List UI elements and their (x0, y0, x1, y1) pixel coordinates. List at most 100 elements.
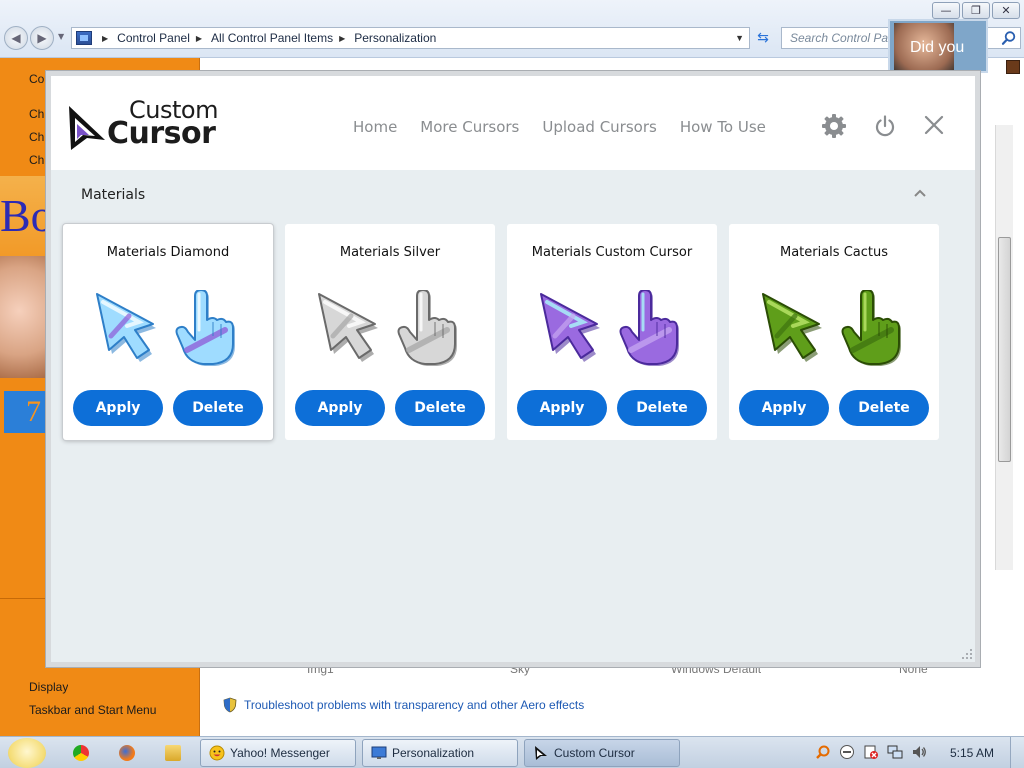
apply-button[interactable]: Apply (295, 390, 385, 426)
cursor-arrow-icon (540, 293, 600, 362)
task-custom-cursor[interactable]: Custom Cursor (524, 739, 680, 767)
left-link-display[interactable]: Display (29, 680, 68, 694)
logo-arrow-icon (69, 106, 105, 150)
close-icon[interactable] (923, 114, 945, 136)
delete-button[interactable]: Delete (173, 390, 263, 426)
custom-cursor-app-icon (535, 746, 547, 760)
nav-upload-cursors[interactable]: Upload Cursors (542, 118, 656, 136)
address-dropdown-icon[interactable]: ▼ (735, 33, 744, 43)
firefox-icon[interactable] (119, 745, 135, 761)
left-link[interactable]: Ch (29, 107, 44, 121)
delete-button[interactable]: Delete (617, 390, 707, 426)
cursor-arrow-icon (318, 293, 378, 362)
left-link-taskbar[interactable]: Taskbar and Start Menu (29, 703, 156, 717)
delete-button[interactable]: Delete (839, 390, 929, 426)
resize-grip-icon[interactable] (961, 648, 973, 660)
explorer-toolbar: — ❐ ✕ ◀ ▶ ▼ ▶ Control Panel ▶ All Contro… (0, 0, 1024, 58)
window-controls: — ❐ ✕ (932, 2, 1020, 19)
cursor-card-diamond[interactable]: Materials Diamond Apply Delete (63, 224, 273, 440)
breadcrumb-arrow-icon[interactable]: ▶ (339, 34, 345, 43)
messenger-tray-icon[interactable] (839, 744, 855, 760)
taskbar: Yahoo! Messenger Personalization Custom … (0, 736, 1024, 768)
main-nav: Home More Cursors Upload Cursors How To … (353, 118, 789, 136)
apply-button[interactable]: Apply (517, 390, 607, 426)
cursor-arrow-icon (96, 293, 156, 362)
clock[interactable]: 5:15 AM (950, 746, 994, 760)
app-header: Custom Cursor Home More Cursors Upload C… (51, 76, 975, 170)
call-popup-text: Did you (910, 39, 965, 56)
shield-icon (223, 697, 237, 713)
video-call-popup[interactable]: Did you (888, 19, 988, 73)
search-placeholder: Search Control Panel (790, 31, 905, 45)
cursor-card-list: Materials Diamond Apply Delete Materials Si… (63, 224, 939, 440)
delete-button[interactable]: Delete (395, 390, 485, 426)
chevron-up-icon[interactable] (913, 187, 927, 199)
background-scrollbar[interactable] (995, 125, 1013, 570)
gear-icon[interactable] (821, 113, 847, 139)
breadcrumb-arrow-icon[interactable]: ▶ (196, 34, 202, 43)
task-label: Yahoo! Messenger (230, 746, 330, 760)
section-title[interactable]: Materials (81, 187, 145, 203)
recent-pages-dropdown[interactable]: ▼ (58, 32, 64, 41)
card-title: Materials Custom Cursor (531, 245, 693, 260)
task-yahoo-messenger[interactable]: Yahoo! Messenger (200, 739, 356, 767)
call-popup-icon[interactable] (1006, 60, 1020, 74)
cursor-hand-icon (175, 290, 235, 366)
breadcrumb-control-panel[interactable]: Control Panel (117, 31, 190, 45)
cursor-hand-icon (841, 290, 901, 366)
wallpaper-preview-photo (0, 256, 48, 378)
card-title: Materials Diamond (106, 245, 230, 260)
wallpaper-preview-banner: Bo (0, 176, 48, 256)
folder-icon[interactable] (165, 745, 181, 761)
apply-button[interactable]: Apply (73, 390, 163, 426)
breadcrumb-arrow-icon[interactable]: ▶ (102, 34, 108, 43)
task-personalization[interactable]: Personalization (362, 739, 518, 767)
cursor-hand-icon (397, 290, 457, 366)
cursor-arrow-icon (762, 293, 822, 362)
apply-button[interactable]: Apply (739, 390, 829, 426)
address-bar[interactable]: ▶ Control Panel ▶ All Control Panel Item… (71, 27, 750, 49)
breadcrumb-personalization[interactable]: Personalization (354, 31, 436, 45)
system-tray (815, 744, 927, 760)
scrollbar-thumb[interactable] (998, 237, 1011, 462)
power-icon[interactable] (873, 114, 897, 138)
network-icon[interactable] (887, 744, 903, 760)
collection-panel: Materials Materials Diamond Apply Delete Ma… (51, 170, 975, 662)
yahoo-messenger-icon (209, 745, 225, 761)
cursor-card-silver[interactable]: Materials Silver Apply Delete (285, 224, 495, 440)
card-title: Materials Cactus (779, 245, 889, 260)
task-label: Custom Cursor (554, 746, 635, 760)
logo-text-cursor: Cursor (107, 116, 216, 151)
left-link[interactable]: Ch (29, 130, 44, 144)
start-button[interactable] (8, 738, 46, 768)
cursor-card-custom[interactable]: Materials Custom Cursor Apply Delete (507, 224, 717, 440)
card-title: Materials Silver (339, 245, 441, 260)
back-button[interactable]: ◀ (4, 26, 28, 50)
close-window-button[interactable]: ✕ (992, 2, 1020, 19)
troubleshoot-link[interactable]: Troubleshoot problems with transparency … (222, 697, 584, 713)
nav-home[interactable]: Home (353, 118, 397, 136)
custom-cursor-window: Custom Cursor Home More Cursors Upload C… (46, 71, 980, 667)
windows-7-badge: 7 (4, 391, 48, 433)
search-tray-icon[interactable] (815, 744, 831, 760)
breadcrumb-all-items[interactable]: All Control Panel Items (211, 31, 333, 45)
task-label: Personalization (392, 746, 475, 760)
forward-button[interactable]: ▶ (30, 26, 54, 50)
cursor-card-cactus[interactable]: Materials Cactus Apply Delete (729, 224, 939, 440)
nav-more-cursors[interactable]: More Cursors (420, 118, 519, 136)
search-icon[interactable] (1001, 30, 1017, 46)
app-logo[interactable]: Custom Cursor (67, 96, 243, 154)
cursor-hand-icon (619, 290, 679, 366)
nav-how-to-use[interactable]: How To Use (680, 118, 766, 136)
left-link[interactable]: Co (29, 72, 44, 86)
refresh-button[interactable]: ⇆ (752, 28, 774, 48)
left-link[interactable]: Ch (29, 153, 44, 167)
show-desktop-button[interactable] (1010, 737, 1024, 768)
troubleshoot-link-text[interactable]: Troubleshoot problems with transparency … (244, 698, 584, 712)
minimize-button[interactable]: — (932, 2, 960, 19)
volume-icon[interactable] (911, 744, 927, 760)
personalization-icon (371, 746, 387, 759)
action-center-icon[interactable] (863, 744, 879, 760)
chrome-icon[interactable] (73, 745, 89, 761)
restore-button[interactable]: ❐ (962, 2, 990, 19)
